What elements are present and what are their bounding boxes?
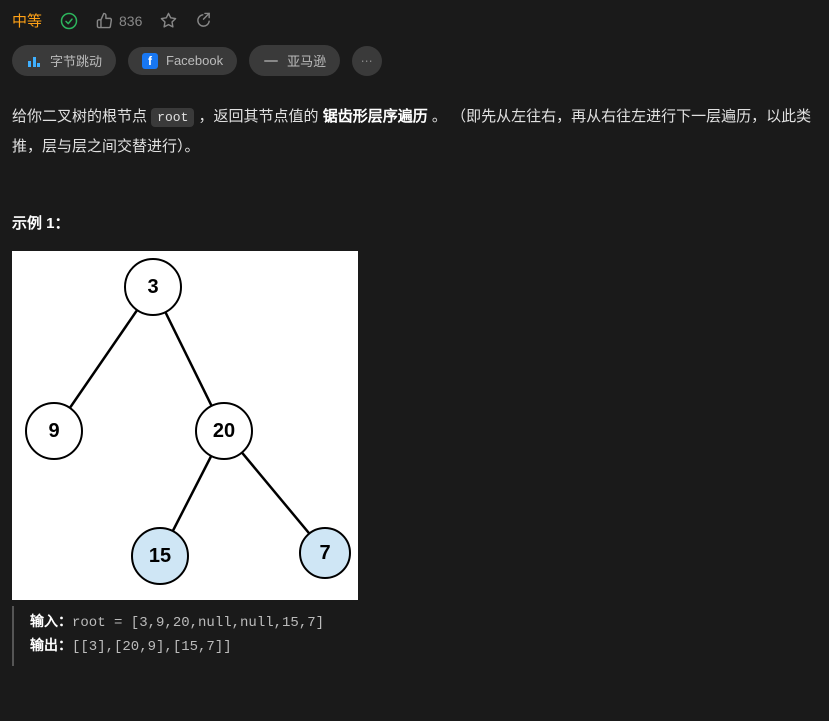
tree-node: 20 [195,402,253,460]
problem-header: 中等 836 [12,10,817,31]
tag-label: 亚马逊 [287,51,326,70]
share-icon [195,12,212,29]
favorite-button[interactable] [160,12,177,29]
thumbs-up-icon [96,12,113,29]
tree-node: 7 [299,527,351,579]
tag-bytedance[interactable]: 字节跳动 [12,45,116,76]
amazon-icon [263,53,279,69]
tag-label: 字节跳动 [50,51,102,70]
difficulty-badge: 中等 [12,10,42,31]
tag-facebook[interactable]: f Facebook [128,47,237,75]
example-output: 输出：[[3],[20,9],[15,7]] [30,636,817,660]
example-heading: 示例 1： [12,212,817,233]
bytedance-icon [26,53,42,69]
share-button[interactable] [195,12,212,29]
like-count: 836 [119,13,142,29]
solved-check-icon [60,12,78,30]
problem-description: 给你二叉树的根节点 root ，返回其节点值的 锯齿形层序遍历 。 （即先从左往… [12,102,817,162]
like-button[interactable]: 836 [96,12,142,29]
tree-node: 9 [25,402,83,460]
example-io: 输入：root = [3,9,20,null,null,15,7] 输出：[[3… [12,606,817,666]
star-icon [160,12,177,29]
inline-code: root [151,108,194,127]
tree-node: 15 [131,527,189,585]
company-tags: 字节跳动 f Facebook 亚马逊 ⋯ [12,45,817,76]
example-tree-image: 3 9 20 15 7 [12,251,358,600]
tag-amazon[interactable]: 亚马逊 [249,45,340,76]
more-tags-button[interactable]: ⋯ [352,46,382,76]
facebook-icon: f [142,53,158,69]
tree-node: 3 [124,258,182,316]
tag-label: Facebook [166,53,223,68]
example-input: 输入：root = [3,9,20,null,null,15,7] [30,612,817,636]
